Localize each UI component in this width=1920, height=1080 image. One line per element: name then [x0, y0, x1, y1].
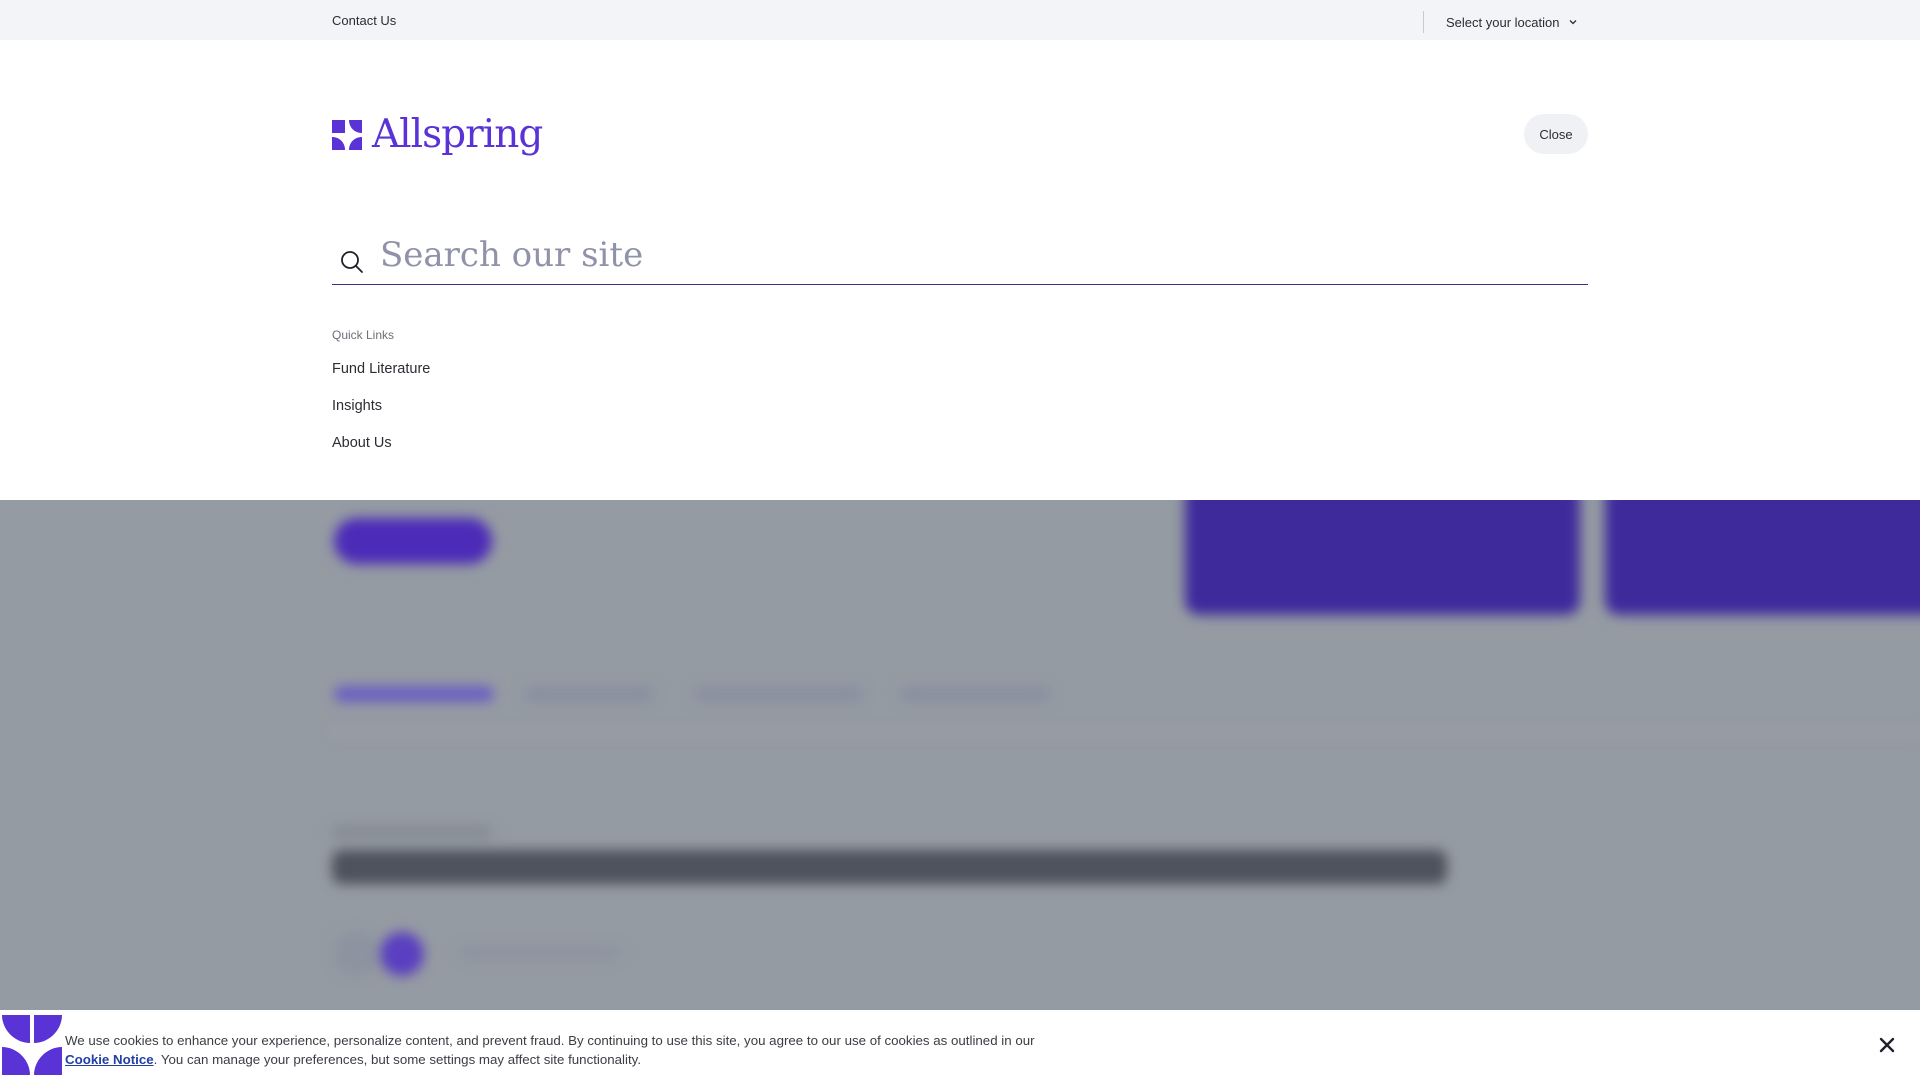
blurred-background-content: [0, 500, 1920, 1010]
quick-link-about-us[interactable]: About Us: [332, 435, 392, 451]
search-input[interactable]: [380, 228, 1588, 281]
background-tab: [524, 686, 654, 702]
brand-name: Allspring: [372, 112, 543, 157]
cookie-banner: We use cookies to enhance your experienc…: [0, 1010, 1920, 1080]
utility-bar: Contact Us Select your location: [0, 0, 1920, 40]
divider: [1423, 11, 1424, 33]
search-bar: [332, 225, 1588, 285]
background-tab: [900, 686, 1050, 702]
contact-us-link[interactable]: Contact Us: [332, 13, 396, 28]
chevron-down-icon: [1569, 20, 1577, 25]
close-search-button[interactable]: Close: [1524, 114, 1588, 154]
background-eyebrow: [332, 826, 492, 838]
search-icon: [341, 250, 363, 273]
background-card: [1605, 500, 1920, 615]
quick-links-heading: Quick Links: [332, 328, 395, 342]
cookie-text-before: We use cookies to enhance your experienc…: [65, 1033, 1035, 1048]
background-avatar: [334, 932, 378, 976]
background-avatar: [380, 932, 424, 976]
logo-mark-icon: [332, 119, 362, 150]
search-panel: Allspring Close Quick Links Fund Literat…: [0, 40, 1920, 500]
location-selector[interactable]: Select your location: [1438, 10, 1579, 34]
background-cta-button: [334, 518, 492, 564]
close-icon[interactable]: [1878, 1036, 1896, 1054]
list-item: Fund Literature: [332, 360, 430, 397]
list-item: Insights: [332, 397, 430, 434]
background-divider: [330, 732, 1920, 734]
quick-link-insights[interactable]: Insights: [332, 398, 382, 414]
background-card: [1185, 500, 1580, 615]
list-item: About Us: [332, 434, 430, 471]
cookie-text-after: . You can manage your preferences, but s…: [153, 1052, 642, 1067]
background-tab: [334, 686, 494, 702]
background-meta: [460, 946, 620, 960]
cookie-message: We use cookies to enhance your experienc…: [65, 1031, 1055, 1069]
allspring-mark-icon: [2, 1015, 62, 1075]
allspring-logo[interactable]: Allspring: [332, 112, 543, 157]
background-tab: [694, 686, 864, 702]
location-label: Select your location: [1446, 14, 1560, 30]
background-headline: [332, 850, 1447, 884]
quick-links-list: Fund Literature Insights About Us: [332, 360, 430, 471]
quick-link-fund-literature[interactable]: Fund Literature: [332, 361, 430, 377]
cookie-notice-link[interactable]: Cookie Notice: [65, 1052, 154, 1067]
